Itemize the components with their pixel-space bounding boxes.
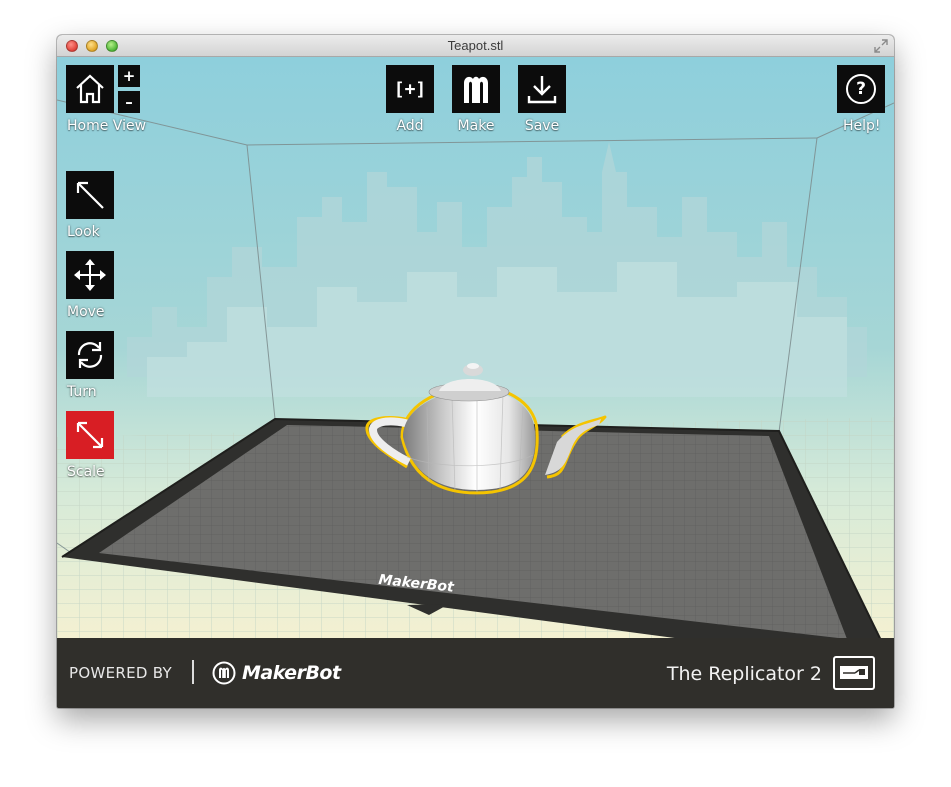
rotate-icon xyxy=(77,342,103,368)
powered-by-text: POWERED BY xyxy=(69,664,173,682)
scale-label: Scale xyxy=(67,464,105,480)
make-button[interactable] xyxy=(452,65,500,113)
move-label: Move xyxy=(67,304,105,320)
makerbot-m-icon xyxy=(212,661,236,685)
look-arrow-icon xyxy=(76,181,104,209)
home-view-label: Home View xyxy=(67,118,147,134)
scale-arrows-icon xyxy=(76,421,104,449)
turn-tool-button[interactable] xyxy=(66,331,114,379)
help-button[interactable]: ? xyxy=(837,65,885,113)
help-label: Help! xyxy=(843,118,881,134)
look-label: Look xyxy=(67,224,100,240)
add-icon: [+] xyxy=(393,78,427,100)
printer-settings-icon[interactable] xyxy=(833,656,875,690)
look-tool-button[interactable] xyxy=(66,171,114,219)
printer-name: The Replicator 2 xyxy=(666,663,822,685)
makerbot-logo: MakerBot xyxy=(212,661,341,685)
download-icon xyxy=(527,76,557,104)
move-arrows-icon xyxy=(74,259,106,291)
scene-canvas[interactable]: MakerBot xyxy=(57,57,894,638)
zoom-out-button[interactable]: – xyxy=(118,91,140,113)
fullscreen-icon[interactable] xyxy=(874,39,888,53)
footer-bar: POWERED BY MakerBot The Replicator 2 xyxy=(57,638,894,708)
add-button[interactable]: [+] xyxy=(386,65,434,113)
help-icon: ? xyxy=(846,74,876,104)
app-window: Teapot.stl MakerBot + – Home View [+] Ad… xyxy=(57,35,894,708)
makerbot-brand-text: MakerBot xyxy=(242,662,341,684)
save-button[interactable] xyxy=(518,65,566,113)
title-bar: Teapot.stl xyxy=(57,35,894,57)
turn-label: Turn xyxy=(67,384,97,400)
home-icon xyxy=(76,74,104,104)
makerbot-m-icon xyxy=(464,76,488,103)
scale-tool-button[interactable] xyxy=(66,411,114,459)
save-label: Save xyxy=(524,118,560,134)
home-view-button[interactable] xyxy=(66,65,114,113)
zoom-in-button[interactable]: + xyxy=(118,65,140,87)
build-viewport[interactable]: MakerBot + – Home View [+] Add Make Save… xyxy=(57,57,894,638)
footer-divider xyxy=(192,660,194,684)
window-title: Teapot.stl xyxy=(447,38,504,53)
move-tool-button[interactable] xyxy=(66,251,114,299)
